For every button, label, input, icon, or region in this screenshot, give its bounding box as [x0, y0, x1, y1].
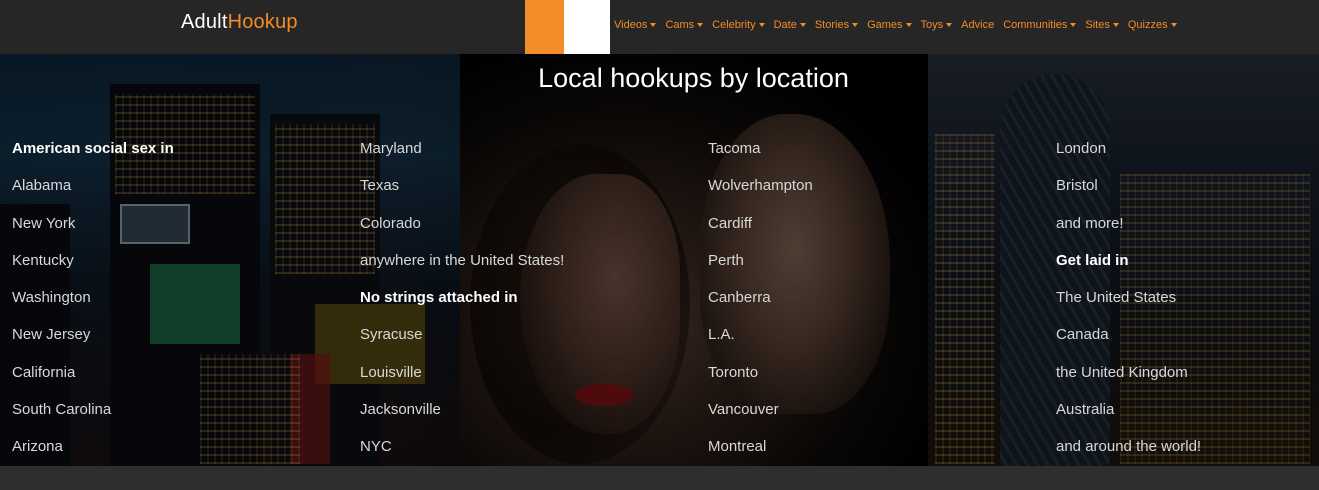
location-link[interactable]: Vancouver [708, 401, 813, 438]
location-link[interactable]: and more! [1056, 215, 1201, 252]
location-link[interactable]: Canberra [708, 289, 813, 326]
caret-down-icon [852, 23, 859, 27]
location-group-heading: Get laid in [1056, 251, 1129, 269]
orange-banner-block [525, 0, 564, 54]
caret-down-icon [1112, 23, 1119, 27]
location-link[interactable]: The United States [1056, 289, 1201, 326]
nav-item-toys[interactable]: Toys [921, 19, 953, 31]
nav-label: Videos [614, 19, 648, 31]
location-link[interactable]: South Carolina [12, 401, 174, 438]
location-link[interactable]: NYC [360, 438, 564, 466]
location-link[interactable]: California [12, 364, 174, 401]
caret-down-icon [650, 23, 657, 27]
hero-section: Local hookups by location American socia… [0, 54, 1319, 466]
caret-down-icon [905, 23, 912, 27]
location-link[interactable]: Alabama [12, 177, 174, 214]
caret-down-icon [946, 23, 953, 27]
nav-item-celebrity[interactable]: Celebrity [712, 19, 765, 31]
location-link[interactable]: L.A. [708, 326, 813, 363]
nav-item-stories[interactable]: Stories [814, 19, 859, 31]
logo-text-adult: Adult [181, 11, 228, 33]
caret-down-icon [799, 23, 806, 27]
location-link[interactable]: Perth [708, 252, 813, 289]
logo-text-hookup: Hookup [227, 11, 298, 33]
nav-label: Games [867, 19, 903, 31]
caret-down-icon [1170, 23, 1177, 27]
site-logo[interactable]: AdultHookup [181, 11, 298, 34]
location-link[interactable]: Toronto [708, 364, 813, 401]
nav-label: Stories [814, 19, 850, 31]
location-link[interactable]: Arizona [12, 438, 174, 466]
page-title: Local hookups by location [538, 63, 849, 93]
nav-label: Cams [665, 19, 695, 31]
nav-label: Toys [920, 19, 944, 31]
nav-label: Communities [1003, 19, 1068, 31]
location-link[interactable]: Louisville [360, 364, 564, 401]
nav-label: Quizzes [1127, 19, 1168, 31]
location-column-3: Tacoma Wolverhampton Cardiff Perth Canberra L… [708, 140, 813, 466]
nav-item-communities[interactable]: Communities [1003, 19, 1077, 31]
location-link[interactable]: Montreal [708, 438, 813, 466]
nav-item-quizzes[interactable]: Quizzes [1128, 19, 1177, 31]
location-link[interactable]: Washington [12, 289, 174, 326]
location-link[interactable]: Jacksonville [360, 401, 564, 438]
caret-down-icon [758, 23, 765, 27]
location-link[interactable]: the United Kingdom [1056, 364, 1201, 401]
location-link[interactable]: Syracuse [360, 326, 564, 363]
nav-item-games[interactable]: Games [867, 19, 912, 31]
main-menu: Videos Cams Celebrity Date Stories Games Toys A… [614, 19, 1177, 31]
location-column-4: London Bristol and more! Get laid in The Uni… [1056, 140, 1201, 466]
location-link[interactable]: Bristol [1056, 177, 1201, 214]
location-link[interactable]: Tacoma [708, 140, 813, 177]
caret-down-icon [697, 23, 704, 27]
location-link[interactable]: Canada [1056, 326, 1201, 363]
nav-item-videos[interactable]: Videos [614, 19, 657, 31]
location-column-1: American social sex in Alabama New York Ken… [12, 140, 174, 466]
top-navigation-bar: AdultHookup Videos Cams Celebrity Date Stori… [0, 0, 1319, 54]
location-link[interactable]: and around the world! [1056, 438, 1201, 466]
location-link[interactable]: Maryland [360, 140, 564, 177]
location-link[interactable]: Wolverhampton [708, 177, 813, 214]
nav-label: Date [773, 19, 797, 31]
location-group-heading: No strings attached in [360, 289, 518, 307]
footer-bar [0, 466, 1319, 490]
location-link[interactable]: Australia [1056, 401, 1201, 438]
white-banner-block [564, 0, 610, 54]
location-link[interactable]: Colorado [360, 215, 564, 252]
location-link[interactable]: Cardiff [708, 215, 813, 252]
nav-label: Advice [961, 19, 995, 31]
location-link[interactable]: New York [12, 215, 174, 252]
location-group-heading: American social sex in [12, 140, 174, 157]
nav-item-sites[interactable]: Sites [1085, 19, 1119, 31]
nav-item-date[interactable]: Date [774, 19, 806, 31]
location-link[interactable]: London [1056, 140, 1201, 177]
nav-label: Sites [1085, 19, 1110, 31]
location-link[interactable]: Kentucky [12, 252, 174, 289]
location-link[interactable]: Texas [360, 177, 564, 214]
nav-label: Celebrity [712, 19, 756, 31]
location-link[interactable]: New Jersey [12, 326, 174, 363]
nav-item-cams[interactable]: Cams [665, 19, 704, 31]
caret-down-icon [1070, 23, 1077, 27]
nav-item-advice[interactable]: Advice [961, 19, 994, 31]
location-link[interactable]: anywhere in the United States! [360, 252, 564, 289]
location-column-2: Maryland Texas Colorado anywhere in the Uni… [360, 140, 564, 466]
